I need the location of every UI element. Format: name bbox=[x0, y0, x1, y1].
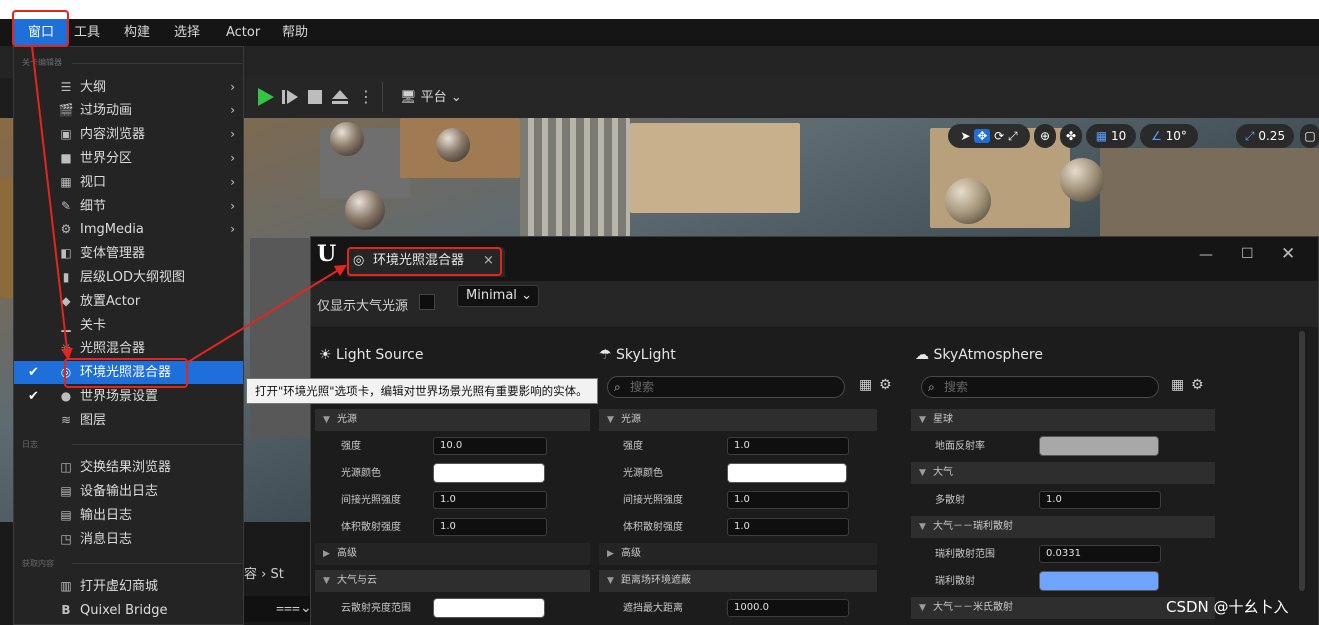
annotation-arrow bbox=[187, 264, 348, 363]
screenshot-root: 窗口 工具 构建 选择 Actor 帮助 ⋮ 🖥 平台 ⌄ ➤ ✥ ⟳ ⤢ ⊕ … bbox=[0, 0, 1319, 625]
watermark: CSDN @十幺卜入 bbox=[1166, 598, 1289, 616]
annotation-arrows bbox=[31, 45, 348, 363]
annotation-arrow bbox=[31, 45, 73, 361]
